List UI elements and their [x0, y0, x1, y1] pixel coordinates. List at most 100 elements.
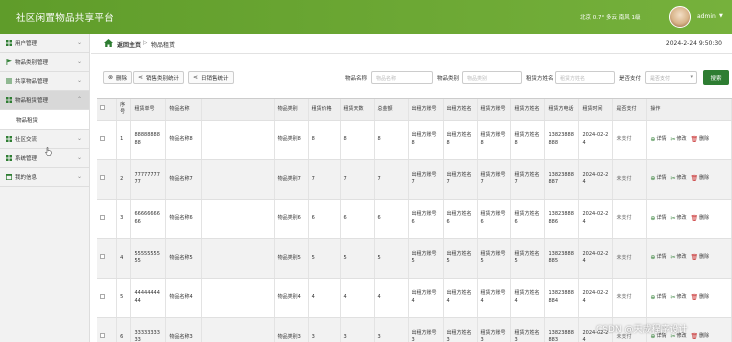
paid-filter-label: 是否支付: [619, 76, 642, 82]
row-select-cell[interactable]: [97, 199, 118, 239]
user-name[interactable]: admin: [697, 13, 716, 20]
row-checkbox[interactable]: [100, 175, 105, 180]
cell-empty: [201, 159, 275, 200]
column-header[interactable]: 总金额: [374, 99, 409, 121]
sidebar-subitem-rental[interactable]: 物品租赁: [0, 110, 89, 130]
chevron-down-icon[interactable]: ▼: [719, 13, 723, 19]
sidebar-item-users[interactable]: 用户管理 ⌄: [0, 34, 89, 53]
cell-days: 6: [340, 199, 375, 239]
table-row[interactable]: 2 7777777777 物品名称7 物品类别7 7 7 7 出租方账号7 出租方姓名7 租赁方账…: [97, 159, 732, 200]
column-header[interactable]: 租赁天数: [340, 99, 375, 121]
column-header[interactable]: 租赁方姓名: [510, 99, 546, 121]
avatar[interactable]: [669, 6, 691, 28]
cell-renter-acc: 租赁方账号7: [477, 159, 512, 200]
column-header[interactable]: 物品类别: [274, 99, 309, 121]
name-filter-input[interactable]: 物品名称: [371, 71, 433, 84]
daily-stats-button[interactable]: ⋖ 日销售统计: [188, 71, 234, 84]
trash-icon: 🗑: [690, 214, 699, 222]
row-checkbox[interactable]: [100, 254, 105, 259]
breadcrumb-current: 物品租赁: [151, 42, 176, 49]
cell-empty: [201, 238, 275, 279]
column-header[interactable]: 租赁价格: [308, 99, 341, 121]
current-datetime: 2024-2-24 9:50:30: [665, 40, 722, 47]
cell-actions: ⊕ 详情 ✂ 修改 🗑 删除: [646, 159, 732, 200]
cell-owner-acc: 出租方账号5: [408, 238, 444, 279]
delete-row-button[interactable]: 🗑 删除: [691, 254, 710, 262]
row-checkbox[interactable]: [100, 135, 105, 141]
cell-renter-name: 租赁方姓名6: [510, 199, 546, 239]
edit-button[interactable]: ✂ 修改: [670, 254, 686, 262]
delete-row-button[interactable]: 🗑 删除: [691, 215, 710, 223]
sidebar-item-rentals[interactable]: 物品租赁管理 ⌃: [0, 91, 89, 110]
column-header[interactable]: 租赁时间: [578, 99, 614, 121]
detail-button[interactable]: ⊕ 详情: [650, 175, 666, 183]
table-row[interactable]: 1 8888888888 物品名称8 物品类别8 8 8 8 出租方账号8 出租方姓名8 租赁方账…: [97, 120, 732, 160]
cell-date: 2024-02-24: [578, 120, 614, 160]
select-all-cell[interactable]: [97, 99, 118, 121]
column-header[interactable]: 序号: [116, 99, 132, 121]
column-header[interactable]: [201, 99, 275, 121]
category-stats-label: 销售类别统计: [146, 75, 180, 82]
column-header[interactable]: 租赁单号: [130, 99, 167, 121]
cell-renter-name: 租赁方姓名3: [510, 317, 546, 342]
column-header[interactable]: 出租方账号: [408, 99, 444, 121]
cell-no: 6: [116, 317, 132, 342]
delete-row-button-label: 删除: [699, 333, 710, 339]
table-row[interactable]: 3 6666666666 物品名称6 物品类别6 6 6 6 出租方账号6 出租方姓名6 租赁方账…: [97, 199, 732, 239]
delete-button[interactable]: ⊗ 删除: [103, 71, 133, 84]
column-header[interactable]: 是否支付: [612, 99, 648, 121]
breadcrumb-separator: ▷: [143, 40, 148, 46]
column-header[interactable]: 物品名称: [165, 99, 202, 121]
zoom-icon: ⊕: [650, 254, 656, 261]
row-select-cell[interactable]: [97, 278, 118, 318]
category-stats-button[interactable]: ⋖ 销售类别统计: [133, 71, 185, 84]
column-header[interactable]: 租赁方账号: [477, 99, 512, 121]
delete-row-button[interactable]: 🗑 删除: [691, 333, 710, 341]
row-checkbox[interactable]: [100, 293, 105, 299]
detail-button[interactable]: ⊕ 详情: [650, 136, 666, 144]
cell-total: 6: [374, 199, 409, 239]
row-checkbox[interactable]: [100, 333, 105, 338]
edit-button[interactable]: ✂ 修改: [670, 294, 686, 302]
breadcrumb-home-link[interactable]: 返回主页: [117, 40, 141, 49]
column-header[interactable]: 租赁方电话: [544, 99, 580, 121]
column-header[interactable]: 出租方姓名: [443, 99, 478, 121]
sidebar-item-label: 物品租赁管理: [15, 98, 49, 104]
edit-button-label: 修改: [676, 254, 687, 260]
table-row[interactable]: 4 5555555555 物品名称5 物品类别5 5 5 5 出租方账号5 出租方姓名5 租赁方账…: [97, 238, 732, 279]
cell-phone: 13823888887: [544, 159, 580, 200]
cell-empty: [201, 278, 275, 318]
paid-filter-select[interactable]: 是否支付 ▾: [645, 71, 697, 84]
category-filter-input[interactable]: 物品类别: [462, 71, 522, 84]
paid-filter-value: 是否支付: [650, 76, 671, 82]
sidebar-item-my-info[interactable]: 我的信息 ⌄: [0, 168, 89, 187]
edit-button[interactable]: ✂ 修改: [670, 136, 686, 144]
row-select-cell[interactable]: [97, 317, 118, 342]
cell-no: 1: [116, 120, 132, 160]
cell-actions: ⊕ 详情 ✂ 修改 🗑 删除: [646, 238, 732, 279]
table-row[interactable]: 5 4444444444 物品名称4 物品类别4 4 4 4 出租方账号4 出租方姓名4 租赁方账…: [97, 278, 732, 318]
renter-filter-input[interactable]: 租赁方姓名: [555, 71, 615, 84]
edit-button[interactable]: ✂ 修改: [670, 175, 686, 183]
detail-button[interactable]: ⊕ 详情: [650, 215, 666, 223]
category-filter-label: 物品类别: [437, 76, 460, 82]
sidebar-item-shared-items[interactable]: 共享物品管理 ⌄: [0, 72, 89, 91]
delete-row-button[interactable]: 🗑 删除: [691, 175, 710, 183]
edit-button-label: 修改: [676, 135, 687, 142]
row-select-cell[interactable]: [97, 159, 118, 200]
select-all-checkbox[interactable]: [100, 105, 105, 110]
search-button[interactable]: 搜索: [703, 70, 729, 85]
row-select-cell[interactable]: [97, 120, 118, 160]
detail-button[interactable]: ⊕ 详情: [650, 254, 666, 262]
home-icon[interactable]: [104, 39, 113, 47]
toolbar: ⊗ 删除 ⋖ 销售类别统计 ⋖ 日销售统计 物品名称 物品名称 物品类别 物品类…: [91, 54, 732, 94]
cell-name: 物品名称4: [165, 278, 202, 318]
row-select-cell[interactable]: [97, 238, 118, 279]
sidebar-item-categories[interactable]: 物品类别管理 ⌄: [0, 53, 89, 72]
edit-button[interactable]: ✂ 修改: [670, 215, 686, 223]
cell-owner-acc: 出租方账号7: [408, 159, 444, 200]
detail-button[interactable]: ⊕ 详情: [650, 294, 666, 302]
delete-row-button[interactable]: 🗑 删除: [691, 294, 710, 302]
delete-row-button[interactable]: 🗑 删除: [691, 136, 710, 144]
row-checkbox[interactable]: [100, 214, 105, 220]
